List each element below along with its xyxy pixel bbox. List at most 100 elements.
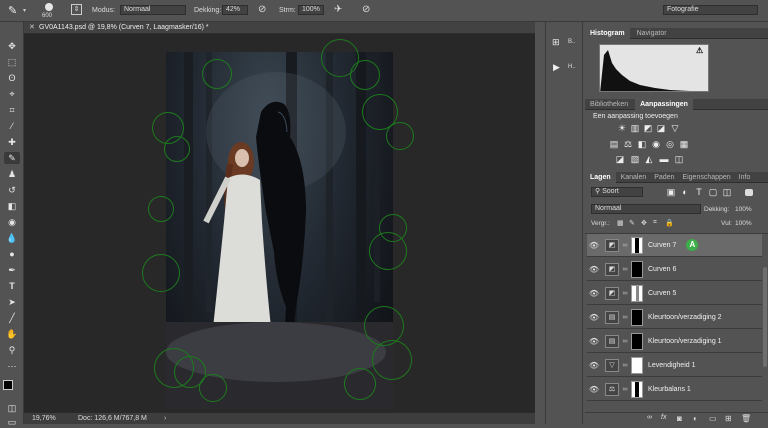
layer-opacity-value[interactable]: 100% <box>735 206 752 213</box>
new-adjustment-layer-icon[interactable]: ◐ <box>693 414 698 423</box>
filter-adjustment-icon[interactable]: ◐ <box>679 187 691 197</box>
new-layer-icon[interactable]: ⊞ <box>725 414 732 423</box>
line-tool-icon[interactable]: ╱ <box>4 312 20 324</box>
layer-mask-thumbnail[interactable] <box>631 236 643 254</box>
filter-toggle[interactable] <box>745 189 753 196</box>
close-tab-icon[interactable]: ✕ <box>29 23 35 31</box>
layer-mask-thumbnail[interactable] <box>631 308 643 326</box>
layer-name[interactable]: Kleurtoon/verzadiging 1 <box>648 338 722 345</box>
move-tool-icon[interactable]: ✥ <box>4 40 20 52</box>
layers-scrollbar[interactable] <box>763 267 767 367</box>
tab-channels[interactable]: Kanalen <box>618 172 650 183</box>
lasso-tool-icon[interactable]: ʘ <box>4 72 20 84</box>
fill-value[interactable]: 100% <box>735 220 752 227</box>
marquee-tool-icon[interactable]: ⬚ <box>4 56 20 68</box>
tab-info[interactable]: Info <box>736 172 754 183</box>
type-tool-icon[interactable]: T <box>4 280 20 292</box>
lock-artboard-icon[interactable]: ⌗ <box>653 219 657 227</box>
layer-mask-thumbnail[interactable] <box>631 332 643 350</box>
visibility-eye-icon[interactable]: 👁 <box>587 385 601 394</box>
layer-row-hue-saturation-2[interactable]: 👁 ▤ ∞ Kleurtoon/verzadiging 2 <box>587 306 762 329</box>
layer-name[interactable]: Curven 5 <box>648 290 676 297</box>
selective-color-icon[interactable]: ◫ <box>673 154 685 164</box>
layer-name[interactable]: Levendigheid 1 <box>648 362 696 369</box>
add-mask-icon[interactable]: ◙ <box>677 414 682 423</box>
photo-canvas[interactable] <box>166 52 393 409</box>
link-icon[interactable]: ∞ <box>621 290 629 297</box>
history-dock-icon[interactable]: ▶ <box>553 62 560 73</box>
visibility-eye-icon[interactable]: 👁 <box>587 241 601 250</box>
histogram-warning-icon[interactable]: ⚠ <box>696 46 703 55</box>
canvas-area[interactable] <box>24 34 535 412</box>
lock-transparent-icon[interactable]: ▦ <box>617 219 624 227</box>
tab-paths[interactable]: Paden <box>651 172 677 183</box>
layer-mask-thumbnail[interactable] <box>631 356 643 374</box>
tab-layers[interactable]: Lagen <box>585 172 616 183</box>
quick-select-tool-icon[interactable]: ⌖ <box>4 88 20 100</box>
zoom-tool-icon[interactable]: ⚲ <box>4 344 20 356</box>
layer-name[interactable]: Curven 6 <box>648 266 676 273</box>
new-group-icon[interactable]: ▭ <box>709 414 717 423</box>
tab-histogram[interactable]: Histogram <box>585 28 630 39</box>
clone-stamp-tool-icon[interactable]: ♟ <box>4 168 20 180</box>
visibility-eye-icon[interactable]: 👁 <box>587 313 601 322</box>
brush-presets-dock-icon[interactable]: ⊞ <box>552 37 560 48</box>
lock-all-icon[interactable]: 🔒 <box>665 219 674 227</box>
color-lookup-icon[interactable]: ▦ <box>678 139 690 149</box>
workspace-select[interactable]: Fotografie <box>663 5 758 15</box>
size-pressure-icon[interactable]: ⊘ <box>362 4 370 15</box>
invert-icon[interactable]: ◪ <box>614 154 626 164</box>
threshold-icon[interactable]: ◭ <box>643 154 655 164</box>
lock-pixels-icon[interactable]: ✎ <box>629 219 635 227</box>
link-icon[interactable]: ∞ <box>621 338 629 345</box>
status-menu-icon[interactable]: › <box>164 415 166 422</box>
opacity-pressure-icon[interactable]: ⊘ <box>258 4 266 15</box>
filter-pixel-icon[interactable]: ▣ <box>665 187 677 197</box>
gradient-map-icon[interactable]: ▬ <box>658 154 670 164</box>
blur-tool-icon[interactable]: 💧 <box>4 232 20 244</box>
curves-icon[interactable]: ◩ <box>642 123 654 133</box>
lock-position-icon[interactable]: ✥ <box>641 219 647 227</box>
zoom-level[interactable]: 19,76% <box>32 415 56 422</box>
visibility-eye-icon[interactable]: 👁 <box>587 265 601 274</box>
photo-filter-icon[interactable]: ◉ <box>650 139 662 149</box>
brush-panel-toggle-icon[interactable]: ⇕ <box>71 4 82 15</box>
link-icon[interactable]: ∞ <box>621 242 629 249</box>
eyedropper-tool-icon[interactable]: ⁄ <box>4 120 20 132</box>
dock-item-label-1[interactable]: B.. <box>568 39 575 45</box>
brush-preset-picker[interactable]: 600 <box>40 2 58 20</box>
more-tools-icon[interactable]: ⋯ <box>4 360 20 372</box>
dodge-tool-icon[interactable]: ● <box>4 248 20 260</box>
brush-tool-icon[interactable]: ✎ <box>8 4 17 17</box>
layer-row-curves-5[interactable]: 👁 ◩ ∞ Curven 5 <box>587 282 762 305</box>
flow-field[interactable]: 100% <box>298 5 324 15</box>
healing-brush-tool-icon[interactable]: ✚ <box>4 136 20 148</box>
link-icon[interactable]: ∞ <box>621 266 629 273</box>
visibility-eye-icon[interactable]: 👁 <box>587 337 601 346</box>
posterize-icon[interactable]: ▧ <box>629 154 641 164</box>
visibility-eye-icon[interactable]: 👁 <box>587 361 601 370</box>
vibrance-icon[interactable]: ▽ <box>669 123 681 133</box>
blend-mode-select[interactable]: Normaal <box>591 204 701 214</box>
brush-tool-icon[interactable]: ✎ <box>4 152 20 164</box>
black-white-icon[interactable]: ◧ <box>636 139 648 149</box>
exposure-icon[interactable]: ◪ <box>655 123 667 133</box>
path-selection-tool-icon[interactable]: ➤ <box>4 296 20 308</box>
layer-mask-thumbnail[interactable] <box>631 260 643 278</box>
filter-type-icon[interactable]: T <box>693 187 705 197</box>
color-balance-icon[interactable]: ⚖ <box>622 139 634 149</box>
layer-row-curves-6[interactable]: 👁 ◩ ∞ Curven 6 <box>587 258 762 281</box>
tab-properties[interactable]: Eigenschappen <box>679 172 733 183</box>
tab-libraries[interactable]: Bibliotheken <box>585 99 633 110</box>
pen-tool-icon[interactable]: ✒ <box>4 264 20 276</box>
filter-smart-object-icon[interactable]: ◫ <box>721 187 733 197</box>
tab-adjustments[interactable]: Aanpassingen <box>635 99 693 110</box>
layer-filter-select[interactable]: ⚲ Soort <box>591 187 643 197</box>
dock-item-label-2[interactable]: H.. <box>568 64 576 70</box>
layer-row-vibrance-1[interactable]: 👁 ▽ ∞ Levendigheid 1 <box>587 354 762 377</box>
crop-tool-icon[interactable]: ⌗ <box>4 104 20 116</box>
brightness-contrast-icon[interactable]: ☀ <box>616 123 628 133</box>
paint-bucket-tool-icon[interactable]: ◉ <box>4 216 20 228</box>
layer-mask-thumbnail[interactable] <box>631 380 643 398</box>
link-icon[interactable]: ∞ <box>621 362 629 369</box>
